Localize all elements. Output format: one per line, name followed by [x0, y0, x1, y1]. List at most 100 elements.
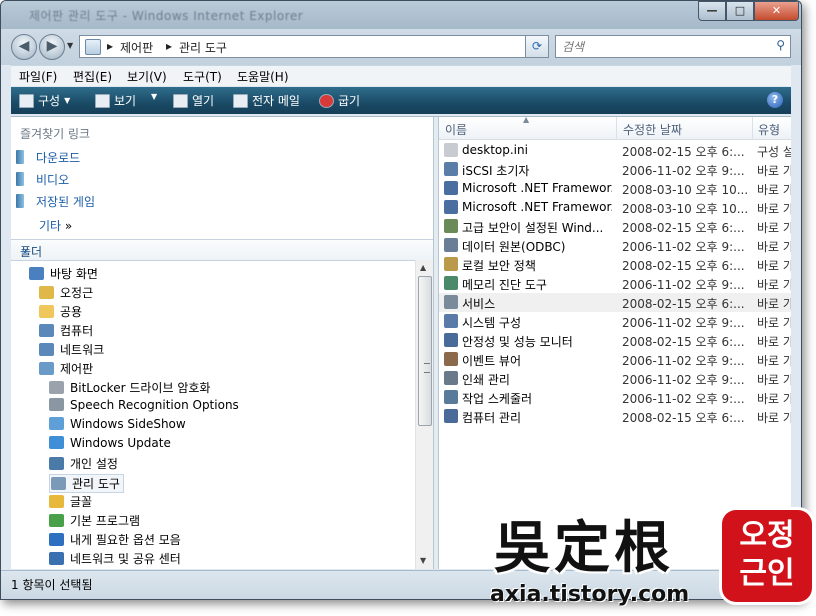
- tree-item[interactable]: 바탕 화면: [29, 265, 98, 282]
- file-row[interactable]: desktop.ini 2008-02-15 오후 6:... 구성 설: [439, 141, 791, 160]
- file-type: 구성 설: [757, 145, 791, 159]
- tree-item[interactable]: 오정근: [39, 284, 93, 301]
- file-type: 바로 가: [757, 183, 791, 197]
- tree-item[interactable]: BitLocker 드라이브 암호화: [49, 379, 210, 396]
- recent-pages-dropdown[interactable]: ▼: [67, 41, 73, 50]
- file-type: 바로 가: [757, 164, 791, 178]
- email-icon: [233, 93, 248, 108]
- tree-item[interactable]: 컴퓨터: [39, 322, 93, 339]
- close-button[interactable]: ✕: [754, 1, 799, 21]
- column-divider[interactable]: [752, 117, 753, 139]
- menu-help[interactable]: 도움말(H): [237, 68, 289, 85]
- tree-item[interactable]: 네트워크 및 공유 센터: [49, 550, 181, 567]
- burn-button[interactable]: 굽기: [319, 92, 360, 109]
- refresh-button[interactable]: ⟳: [525, 35, 549, 58]
- tree-item[interactable]: Windows SideShow: [49, 417, 186, 431]
- tree-item-label: 컴퓨터: [60, 324, 94, 338]
- folders-header[interactable]: 폴더 ⌄: [11, 239, 433, 261]
- tree-item[interactable]: 내게 필요한 옵션 모음: [49, 531, 181, 548]
- column-header-date-modified[interactable]: 수정한 날짜: [623, 121, 682, 138]
- file-row[interactable]: Microsoft .NET Framewor... 2008-03-10 오후 …: [439, 198, 791, 217]
- file-row[interactable]: 안정성 및 성능 모니터 2008-02-15 오후 6:... 바로 가: [439, 331, 791, 350]
- breadcrumb-control-panel[interactable]: 제어판: [120, 39, 153, 56]
- open-button[interactable]: 열기: [173, 92, 214, 109]
- file-row[interactable]: 메모리 진단 도구 2006-11-02 오후 9:... 바로 가: [439, 274, 791, 293]
- tree-item[interactable]: Speech Recognition Options: [49, 398, 239, 412]
- favorite-link-downloads[interactable]: 다운로드: [16, 149, 80, 166]
- file-row[interactable]: 작업 스케줄러 2006-11-02 오후 9:... 바로 가: [439, 388, 791, 407]
- file-row[interactable]: 고급 보안이 설정된 Wind... 2008-02-15 오후 6:... 바로 …: [439, 217, 791, 236]
- maximize-button[interactable]: □: [726, 1, 754, 21]
- search-icon[interactable]: ⚲: [776, 38, 785, 52]
- window-title: 제어판 관리 도구 - Windows Internet Explorer: [29, 9, 304, 23]
- email-button[interactable]: 전자 메일: [233, 92, 300, 109]
- menu-file[interactable]: 파일(F): [19, 68, 57, 85]
- file-name: iSCSI 초기자: [462, 164, 530, 178]
- search-input[interactable]: [560, 38, 764, 55]
- file-list-pane: ▲ 이름 수정한 날짜 유형 desktop.ini 2008-02-15 오후 …: [439, 117, 791, 569]
- help-button[interactable]: ?: [767, 92, 783, 108]
- column-header-type[interactable]: 유형: [758, 121, 780, 138]
- minimize-button[interactable]: —: [698, 1, 726, 21]
- column-divider[interactable]: [616, 117, 617, 139]
- tree-item[interactable]: 글꼴: [49, 493, 92, 510]
- folder-tree-scrollbar[interactable]: ▲ ▼: [415, 260, 433, 569]
- address-bar[interactable]: ▸ 제어판 ▸ 관리 도구 ▼: [79, 35, 593, 58]
- file-name: Microsoft .NET Framewor...: [462, 200, 612, 214]
- seal-line-2: 근인: [739, 556, 795, 591]
- file-row[interactable]: Microsoft .NET Framewor... 2008-03-10 오후 …: [439, 179, 791, 198]
- tree-item[interactable]: Windows Update: [49, 436, 171, 450]
- back-button[interactable]: ◀: [11, 34, 37, 60]
- watermark-calligraphy: 吳定根: [494, 515, 674, 581]
- forward-button[interactable]: ▶: [39, 34, 65, 60]
- tree-item[interactable]: 공용: [39, 303, 82, 320]
- file-row[interactable]: iSCSI 초기자 2006-11-02 오후 9:... 바로 가: [439, 160, 791, 179]
- file-name: 이벤트 뷰어: [462, 354, 522, 368]
- column-header-name[interactable]: 이름: [445, 121, 467, 138]
- more-links-button[interactable]: 기타 »: [39, 217, 72, 234]
- favorite-link-videos[interactable]: 비디오: [16, 171, 69, 188]
- sort-ascending-icon: ▲: [523, 117, 530, 124]
- scroll-down-icon[interactable]: ▼: [420, 556, 426, 565]
- content-area: 즐겨찾기 링크 다운로드 비디오 저장된 게임 기타 » 폴더 ⌄ 바탕 화면 오…: [11, 116, 791, 569]
- grip-icon: [424, 363, 430, 373]
- file-row[interactable]: 서비스 2008-02-15 오후 6:... 바로 가: [439, 293, 791, 312]
- view-dropdown-button[interactable]: ▼: [151, 92, 157, 101]
- file-row[interactable]: 인쇄 관리 2006-11-02 오후 9:... 바로 가: [439, 369, 791, 388]
- network-center-icon: [49, 552, 64, 565]
- tree-item[interactable]: 제어판: [39, 360, 93, 377]
- file-row[interactable]: 컴퓨터 관리 2008-02-15 오후 6:... 바로 가: [439, 407, 791, 426]
- tree-item[interactable]: 개인 설정: [49, 455, 118, 472]
- scroll-up-icon[interactable]: ▲: [420, 263, 426, 272]
- burn-label: 굽기: [338, 94, 361, 108]
- user-folder-icon: [39, 286, 54, 299]
- organize-button[interactable]: 구성 ▼: [19, 92, 70, 109]
- tree-item-label: 공용: [60, 305, 83, 319]
- tree-item[interactable]: 네트워크: [39, 341, 104, 358]
- scrollbar-thumb[interactable]: [418, 276, 432, 426]
- tree-item-label: BitLocker 드라이브 암호화: [70, 381, 211, 395]
- favorite-link-label: 다운로드: [36, 151, 81, 165]
- file-type: 바로 가: [757, 335, 791, 349]
- title-bar[interactable]: 제어판 관리 도구 - Windows Internet Explorer — …: [1, 1, 801, 29]
- tree-item[interactable]: 관리 도구: [49, 474, 124, 493]
- file-name: desktop.ini: [462, 143, 528, 157]
- file-row[interactable]: 이벤트 뷰어 2006-11-02 오후 9:... 바로 가: [439, 350, 791, 369]
- search-box[interactable]: ⚲: [555, 35, 791, 58]
- breadcrumb-separator: ▸: [107, 39, 114, 53]
- microphone-icon: [49, 398, 64, 411]
- menu-edit[interactable]: 편집(E): [73, 68, 112, 85]
- iscsi-shortcut-icon: [444, 162, 458, 176]
- file-type: 바로 가: [757, 373, 791, 387]
- menu-view[interactable]: 보기(V): [127, 68, 167, 85]
- organize-label: 구성: [38, 94, 61, 108]
- favorite-link-saved-games[interactable]: 저장된 게임: [16, 193, 95, 210]
- file-date-modified: 2006-11-02 오후 9:...: [622, 240, 745, 254]
- tree-item[interactable]: 기본 프로그램: [49, 512, 140, 529]
- file-row[interactable]: 시스템 구성 2006-11-02 오후 9:... 바로 가: [439, 312, 791, 331]
- menu-tools[interactable]: 도구(T): [183, 68, 222, 85]
- file-row[interactable]: 로컬 보안 정책 2008-02-15 오후 6:... 바로 가: [439, 255, 791, 274]
- breadcrumb-admin-tools[interactable]: 관리 도구: [179, 39, 227, 56]
- view-button[interactable]: 보기: [95, 92, 136, 109]
- file-row[interactable]: 데이터 원본(ODBC) 2006-11-02 오후 9:... 바로 가: [439, 236, 791, 255]
